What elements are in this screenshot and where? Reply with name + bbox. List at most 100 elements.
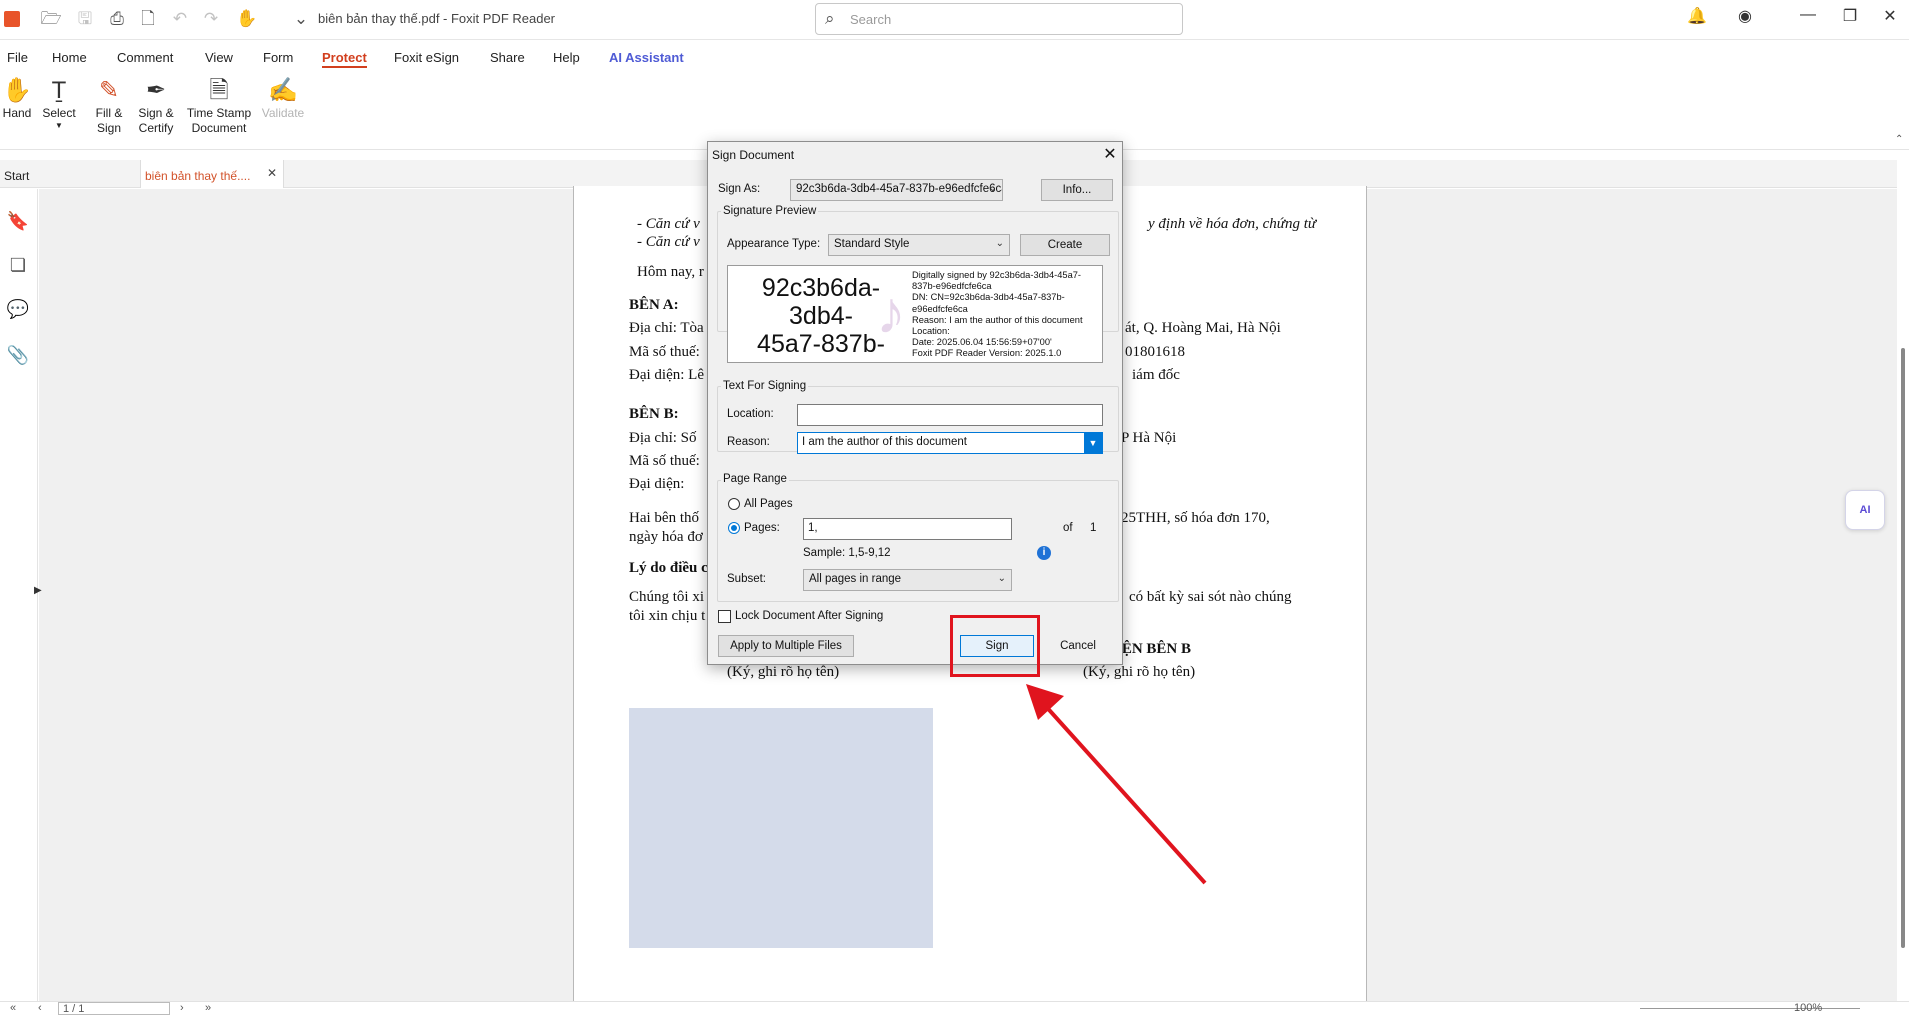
open-folder-icon[interactable]: 🗁: [40, 8, 62, 30]
lock-document-checkbox[interactable]: [718, 610, 731, 623]
pages-icon[interactable]: ❏: [6, 255, 30, 279]
fill-sign-button[interactable]: ✎ Fill & Sign: [90, 76, 128, 136]
doc-statement: Chúng tôi xi: [629, 589, 705, 605]
bell-icon[interactable]: 🔔: [1685, 6, 1709, 26]
menu-ai-assistant[interactable]: AI Assistant: [609, 50, 684, 65]
doc-line-3: Hôm nay, r: [637, 264, 704, 280]
scrollbar-thumb[interactable]: [1901, 348, 1905, 948]
expand-panel-icon[interactable]: ▶: [34, 585, 42, 596]
info-button[interactable]: Info...: [1041, 179, 1113, 201]
customize-chevron-icon[interactable]: ⌄: [290, 8, 312, 30]
tab-start[interactable]: Start: [0, 160, 140, 188]
search-placeholder: Search: [850, 12, 892, 27]
create-pdf-icon[interactable]: 🗋: [137, 8, 159, 30]
menu-view[interactable]: View: [205, 50, 233, 65]
sign-certify-label-1: Sign &: [138, 106, 174, 120]
appearance-type-select[interactable]: Standard Style ⌄: [828, 234, 1010, 256]
select-tool-button[interactable]: Ṯ Select ▼: [40, 76, 78, 131]
signature-placement-area[interactable]: [629, 708, 933, 948]
first-page-icon[interactable]: «: [10, 1002, 16, 1014]
comments-icon[interactable]: 💬: [6, 299, 30, 323]
ribbon: ✋ Hand Ṯ Select ▼ ✎ Fill & Sign ✒ Sign &…: [0, 72, 1909, 150]
apply-multiple-files-button[interactable]: Apply to Multiple Files: [718, 635, 854, 657]
doc-agreement: Hai bên thố: [629, 510, 699, 526]
tab-document[interactable]: biên bản thay thế.... ✕: [140, 160, 284, 188]
last-page-icon[interactable]: »: [205, 1002, 211, 1014]
sign-certify-button[interactable]: ✒ Sign & Certify: [134, 76, 178, 136]
subset-select[interactable]: All pages in range ⌄: [803, 569, 1012, 591]
fill-sign-label-1: Fill &: [95, 106, 123, 120]
menu-file[interactable]: File: [7, 50, 28, 65]
vertical-scrollbar[interactable]: [1897, 150, 1909, 1001]
account-icon[interactable]: ◉: [1733, 6, 1757, 26]
restore-icon[interactable]: ❐: [1838, 6, 1862, 26]
sign-certify-label-2: Certify: [138, 121, 174, 135]
attachment-icon[interactable]: 📎: [6, 345, 30, 369]
create-button[interactable]: Create: [1020, 234, 1110, 256]
hand-tool-button[interactable]: ✋ Hand: [2, 76, 32, 121]
all-pages-label[interactable]: All Pages: [744, 498, 793, 510]
pages-radio[interactable]: [728, 522, 740, 534]
all-pages-radio[interactable]: [728, 498, 740, 510]
pages-input[interactable]: 1,: [803, 518, 1012, 540]
undo-icon[interactable]: ↶: [169, 8, 191, 30]
pen-icon: ✎: [98, 77, 120, 104]
sign-as-value: 92c3b6da-3db4-45a7-837b-e96edfcfe6ca: [796, 183, 1003, 195]
page-range-legend: Page Range: [721, 473, 789, 485]
reason-select[interactable]: I am the author of this document ▼: [797, 432, 1103, 454]
page-number-field[interactable]: 1 / 1: [58, 1002, 170, 1015]
print-icon[interactable]: ⎙: [106, 8, 128, 30]
sign-as-select[interactable]: 92c3b6da-3db4-45a7-837b-e96edfcfe6ca ⌄: [790, 179, 1003, 201]
preview-signer-name: 92c3b6da-3db4- 45a7-837b- e96edfcfe6ca: [746, 274, 896, 362]
time-stamp-button[interactable]: 🗎 Time Stamp Document: [185, 76, 253, 136]
page-number-value: 1 / 1: [63, 1003, 85, 1015]
menu-foxit-esign[interactable]: Foxit eSign: [394, 50, 459, 65]
foxit-logo-icon[interactable]: [4, 11, 20, 27]
minimize-icon[interactable]: —: [1796, 6, 1820, 24]
menu-form[interactable]: Form: [263, 50, 293, 65]
annotation-arrow-icon: [1026, 684, 1207, 885]
time-stamp-icon: 🗎: [209, 77, 229, 104]
hand-dropdown-icon[interactable]: ✋: [236, 8, 258, 30]
location-input[interactable]: [797, 404, 1103, 426]
reason-label: Reason:: [727, 436, 770, 448]
total-pages: 1: [1090, 522, 1097, 534]
doc-tax-a-right: 01801618: [1125, 344, 1185, 360]
signature-preview-box: ♪ 92c3b6da-3db4- 45a7-837b- e96edfcfe6ca…: [727, 265, 1103, 363]
menu-protect[interactable]: Protect: [322, 50, 367, 68]
window-title: biên bản thay thế.pdf - Foxit PDF Reader: [318, 11, 556, 26]
collapse-ribbon-icon[interactable]: ⌃: [1895, 134, 1903, 145]
save-icon[interactable]: 🖫: [74, 8, 96, 30]
sign-as-label: Sign As:: [718, 183, 761, 195]
prev-page-icon[interactable]: ‹: [38, 1002, 42, 1014]
menu-home[interactable]: Home: [52, 50, 87, 65]
cancel-button[interactable]: Cancel: [1041, 635, 1115, 657]
menu-share[interactable]: Share: [490, 50, 525, 65]
menu-comment[interactable]: Comment: [117, 50, 173, 65]
ai-assistant-float-button[interactable]: AI: [1845, 490, 1885, 530]
tab-document-label: biên bản thay thế....: [145, 169, 251, 183]
close-icon[interactable]: ✕: [1878, 6, 1902, 26]
bookmark-icon[interactable]: 🔖: [6, 211, 30, 235]
redo-icon[interactable]: ↷: [200, 8, 222, 30]
search-box[interactable]: ⌕ Search: [815, 3, 1183, 35]
doc-address-b: Địa chỉ: Số: [629, 430, 697, 446]
doc-sign-note-b: (Ký, ghi rõ họ tên): [1083, 664, 1196, 680]
validate-button[interactable]: ✍ Validate: [258, 76, 308, 121]
doc-ben-b: BÊN B:: [629, 406, 679, 422]
info-icon[interactable]: i: [1037, 546, 1051, 560]
menu-help[interactable]: Help: [553, 50, 580, 65]
next-page-icon[interactable]: ›: [180, 1002, 184, 1014]
preview-signature-details: Digitally signed by 92c3b6da-3db4-45a7- …: [912, 270, 1083, 359]
fill-sign-label-2: Sign: [96, 121, 122, 135]
doc-sign-note-a: (Ký, ghi rõ họ tên): [727, 664, 840, 680]
tab-close-icon[interactable]: ✕: [267, 166, 277, 180]
lock-document-label[interactable]: Lock Document After Signing: [735, 610, 883, 622]
zoom-field[interactable]: 100%: [1790, 1002, 1860, 1014]
hand-label: Hand: [2, 106, 32, 120]
status-bar: « ‹ 1 / 1 › » 100%: [0, 1001, 1909, 1015]
pages-label[interactable]: Pages:: [744, 522, 780, 534]
doc-address-b-right: P Hà Nội: [1121, 430, 1177, 446]
hand-icon: ✋: [2, 77, 32, 104]
dialog-close-icon[interactable]: ✕: [1100, 144, 1120, 164]
